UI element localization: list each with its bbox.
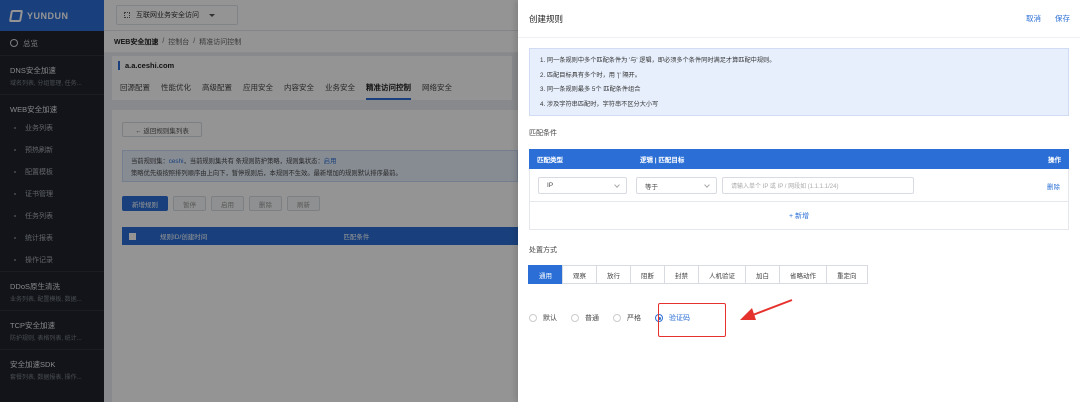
app-root: YUNDUN 总览 DNS安全加速 域名列表, 分组管理, 任务... WEB安…: [0, 0, 1080, 402]
annotation-arrow: [740, 299, 793, 320]
arrow-head-icon: [740, 308, 756, 320]
